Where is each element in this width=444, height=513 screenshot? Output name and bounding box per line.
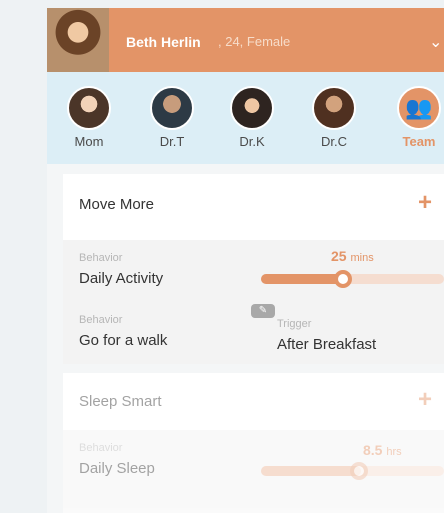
goal-title: Move More	[79, 196, 155, 213]
minutes-slider-fill	[261, 274, 345, 284]
phone-screen: Beth Herlin , 24, Female ⌄ Mom Dr.T Dr.K…	[47, 8, 444, 513]
add-behavior-button[interactable]: +	[418, 386, 432, 414]
behavior-label: Behavior	[79, 314, 123, 326]
behavior-label: Behavior	[79, 442, 123, 454]
contact-label: Dr.T	[159, 134, 185, 149]
avatar	[312, 86, 356, 130]
user-name: Beth Herlin	[126, 34, 201, 50]
chevron-down-icon[interactable]: ⌄	[429, 32, 442, 52]
goal-details: Behavior Daily Sleep 8.5 hrs	[63, 430, 444, 513]
contact-dr-c[interactable]: Dr.C	[304, 86, 364, 149]
contact-strip: Mom Dr.T Dr.K Dr.C 👥 Team	[47, 72, 444, 164]
avatar	[230, 86, 274, 130]
behavior-value: Daily Sleep	[79, 460, 155, 477]
contact-dr-t[interactable]: Dr.T	[142, 86, 202, 149]
add-behavior-button[interactable]: +	[418, 189, 432, 217]
goal-details: Behavior Daily Activity 25 mins Behavior…	[63, 240, 444, 364]
behavior-value: Daily Activity	[79, 270, 164, 287]
minutes-unit: mins	[350, 252, 374, 264]
contact-label: Dr.K	[239, 134, 265, 149]
contact-mom[interactable]: Mom	[59, 86, 119, 149]
hours-slider-knob[interactable]	[350, 462, 368, 480]
hours-slider-fill	[261, 466, 361, 476]
hours-value: 8.5 hrs	[363, 442, 402, 458]
contact-label: Dr.C	[321, 134, 347, 149]
profile-header[interactable]: Beth Herlin , 24, Female ⌄	[47, 8, 444, 72]
contact-label: Mom	[74, 134, 104, 149]
goal-title: Sleep Smart	[79, 393, 162, 410]
hours-number: 8.5	[363, 442, 383, 458]
avatar	[67, 86, 111, 130]
trigger-value: After Breakfast	[277, 336, 377, 353]
minutes-number: 25	[331, 248, 347, 264]
hours-unit: hrs	[386, 446, 402, 458]
contact-team[interactable]: 👥 Team	[389, 86, 444, 149]
user-meta: , 24, Female	[218, 34, 291, 49]
behavior-label: Behavior	[79, 252, 123, 264]
edit-icon[interactable]: ✎	[251, 304, 275, 318]
contact-dr-k[interactable]: Dr.K	[222, 86, 282, 149]
contact-label: Team	[402, 134, 436, 149]
minutes-value: 25 mins	[331, 248, 374, 264]
trigger-label: Trigger	[277, 318, 312, 330]
goal-card-move-more: Move More + Behavior Daily Activity 25 m…	[63, 174, 444, 364]
profile-avatar[interactable]	[47, 8, 109, 72]
goal-card-sleep-smart: Sleep Smart + Behavior Daily Sleep 8.5 h…	[63, 373, 444, 513]
minutes-slider-knob[interactable]	[334, 270, 352, 288]
behavior-value: Go for a walk	[79, 332, 168, 349]
team-icon: 👥	[397, 86, 441, 130]
avatar	[150, 86, 194, 130]
